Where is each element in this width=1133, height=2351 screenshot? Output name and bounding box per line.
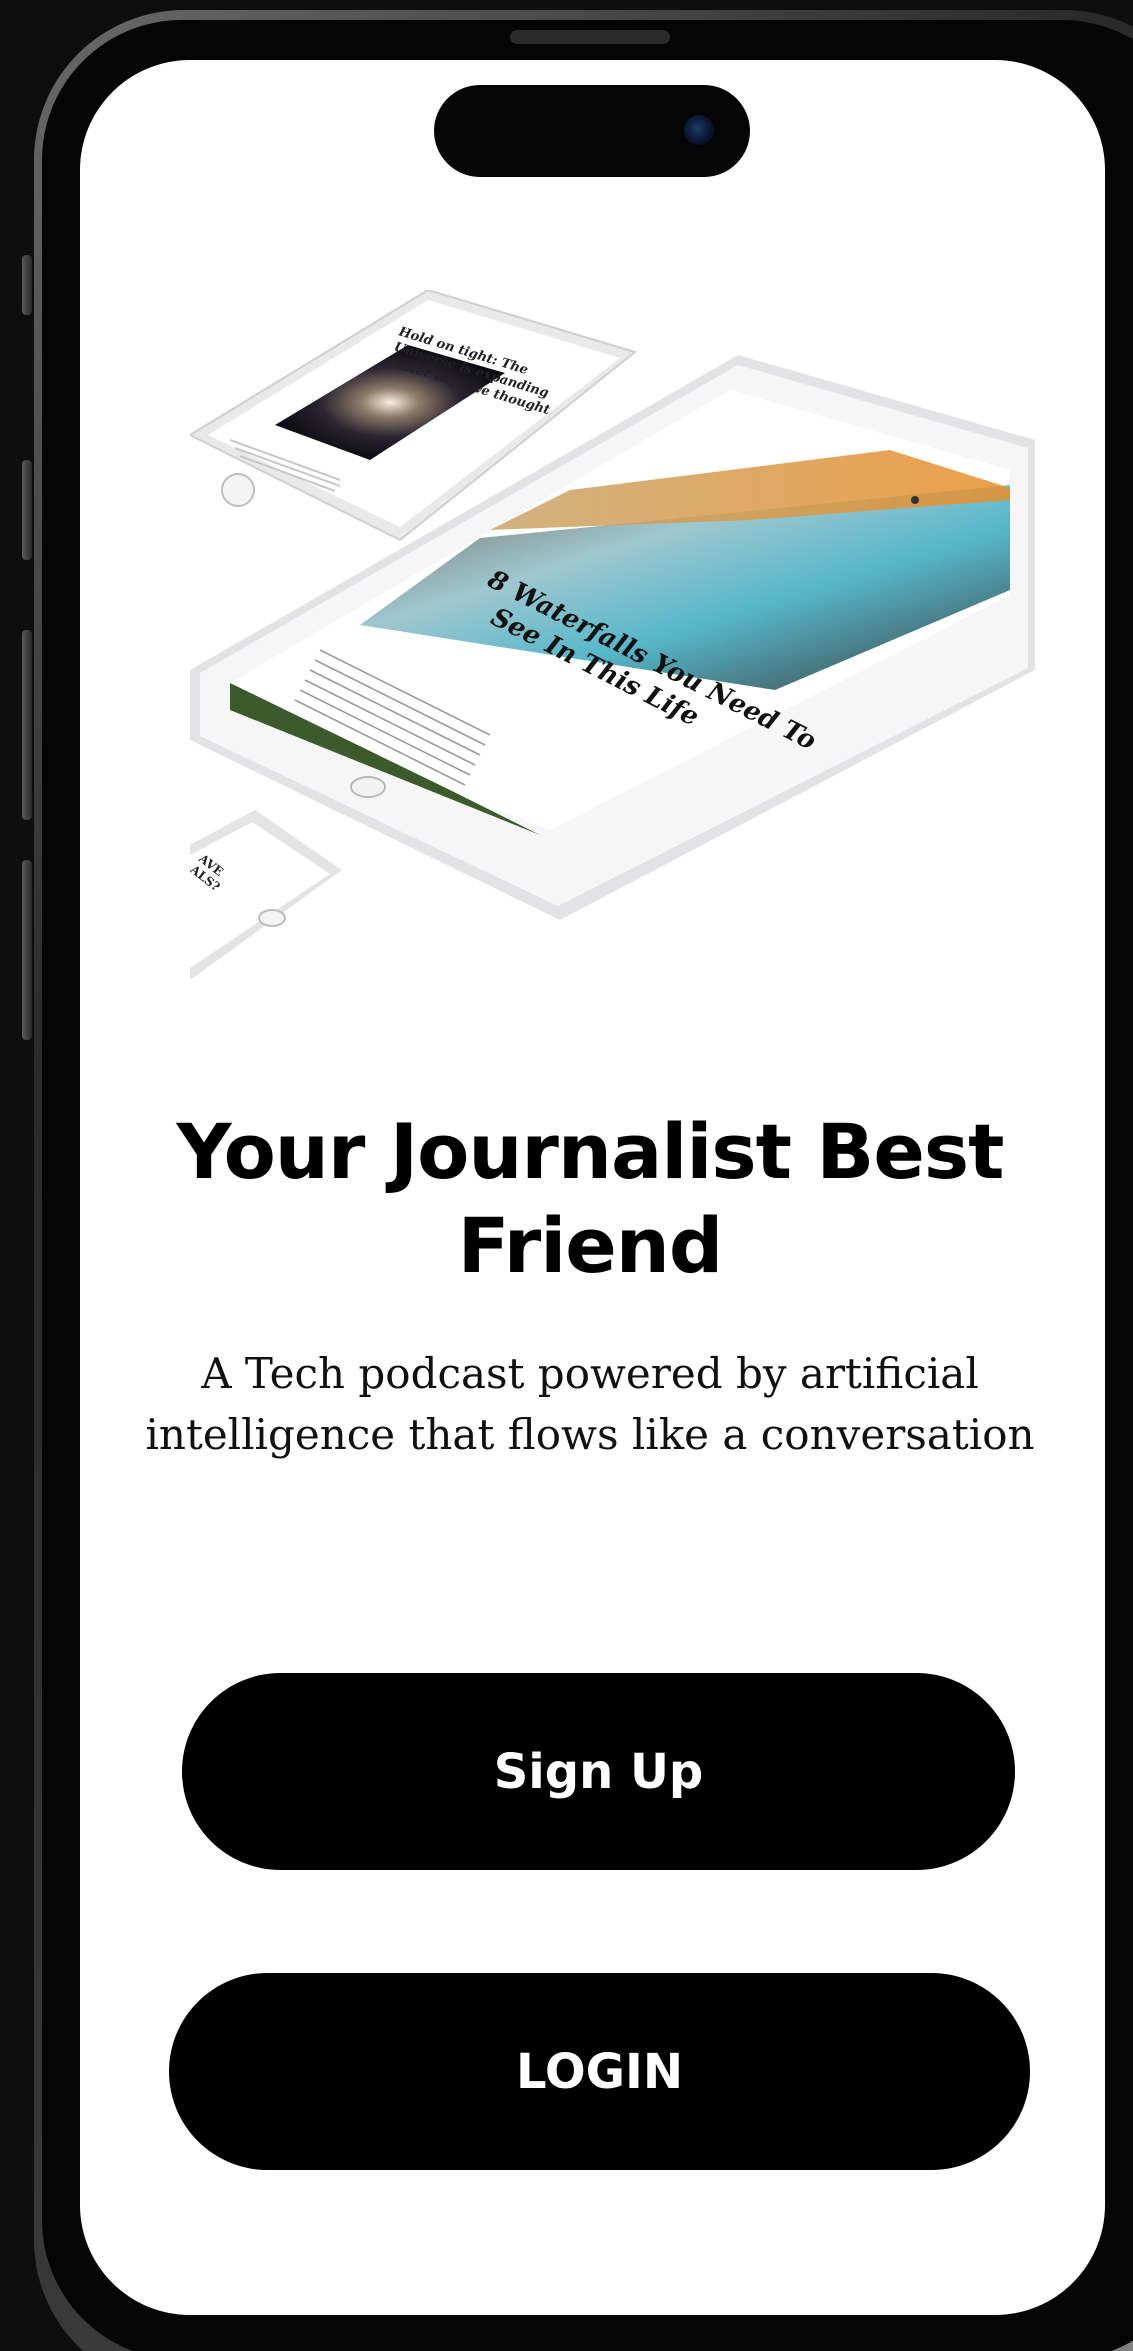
camera-icon (684, 115, 714, 145)
login-button[interactable]: LOGIN (169, 1973, 1030, 2170)
action-button (22, 255, 32, 315)
dynamic-island (434, 85, 750, 177)
page-title: Your Journalist Best Friend (176, 1107, 1005, 1290)
signup-button[interactable]: Sign Up (182, 1673, 1015, 1870)
hero-illustration: Hold on tight: The Universe is expanding… (190, 290, 1035, 990)
side-button (22, 860, 32, 1040)
page-subtitle: A Tech podcast powered by artificial int… (145, 1349, 1035, 1459)
device-canvas: Hold on tight: The Universe is expanding… (0, 0, 1133, 2351)
volume-up-button (22, 460, 32, 560)
app-screen: Hold on tight: The Universe is expanding… (80, 60, 1105, 2315)
phone-mockup-bottom: AVE ALS? (190, 810, 342, 980)
volume-down-button (22, 630, 32, 820)
speaker-grille (510, 30, 670, 44)
